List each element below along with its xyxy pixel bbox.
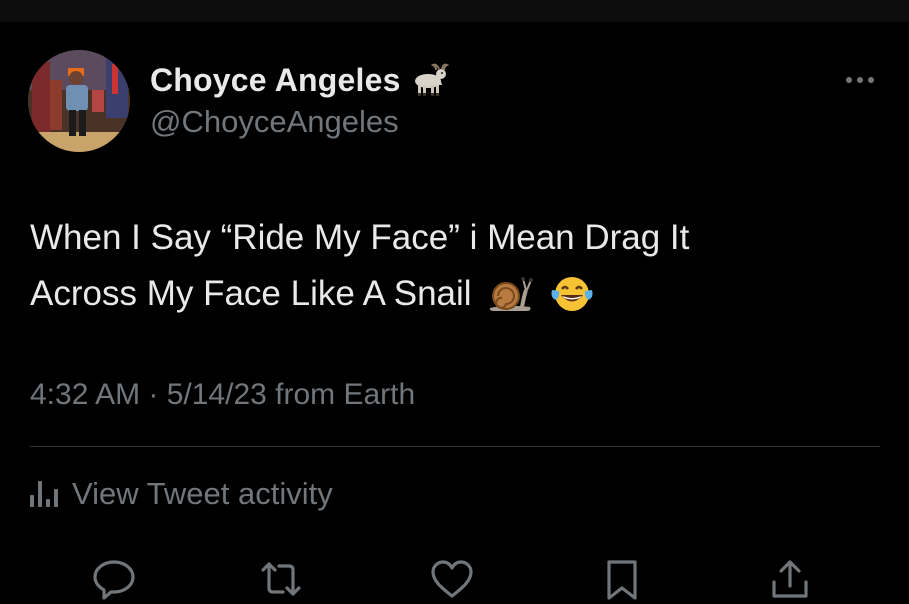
tweet-timestamp[interactable]: 4:32 AM · 5/14/23 from Earth xyxy=(30,378,415,412)
more-options-icon[interactable] xyxy=(840,66,880,94)
view-tweet-activity[interactable]: View Tweet activity xyxy=(30,472,333,516)
tweet-text-line: When I Say “Ride My Face” i Mean Drag It xyxy=(30,218,690,257)
bookmark-icon[interactable] xyxy=(598,556,646,604)
tweet-text-line-2: Across My Face Like A Snail xyxy=(30,266,880,322)
divider xyxy=(30,446,880,447)
author-display-name[interactable]: Choyce Angeles xyxy=(150,62,401,99)
share-icon[interactable] xyxy=(766,556,814,604)
face-with-tears-of-joy-icon xyxy=(550,274,594,314)
reply-icon[interactable] xyxy=(90,556,138,604)
retweet-icon[interactable] xyxy=(257,556,305,604)
avatar[interactable] xyxy=(28,50,130,152)
goat-icon xyxy=(413,63,451,97)
activity-label[interactable]: View Tweet activity xyxy=(72,476,333,512)
author-name-row[interactable]: Choyce Angeles xyxy=(150,58,451,102)
tweet-actions-bar xyxy=(0,548,909,604)
tweet-text: When I Say “Ride My Face” i Mean Drag It… xyxy=(30,210,880,322)
author-handle[interactable]: @ChoyceAngeles xyxy=(150,104,399,140)
top-bar xyxy=(0,0,909,22)
like-icon[interactable] xyxy=(428,556,476,604)
analytics-icon xyxy=(30,481,58,507)
snail-icon xyxy=(486,274,536,314)
tweet-text-line: Across My Face Like A Snail xyxy=(30,274,472,313)
